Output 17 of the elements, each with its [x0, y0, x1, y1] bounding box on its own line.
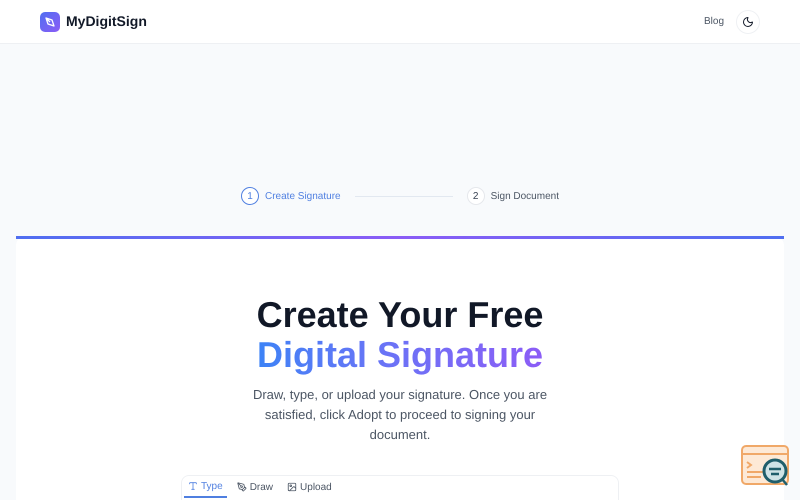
- moon-icon: [742, 16, 754, 28]
- signature-tab[interactable]: Upload: [283, 476, 336, 498]
- step-label: Create Signature: [265, 190, 341, 204]
- step-number: 2: [466, 187, 485, 205]
- step-label: Sign Document: [490, 190, 559, 204]
- image-icon: [287, 482, 298, 492]
- theme-toggle-button[interactable]: [736, 10, 760, 34]
- nav-link[interactable]: Blog: [704, 14, 724, 29]
- pen-icon: [236, 482, 247, 492]
- step-number: 1: [241, 187, 259, 205]
- brand-name: MyDigitSign: [66, 12, 147, 31]
- hero-description: Draw, type, or upload your signature. Once you are satisfied, click Adopt to proceed to signing your document.: [252, 386, 548, 444]
- signature-tab[interactable]: Draw: [232, 476, 278, 498]
- signature-tab[interactable]: Type: [184, 476, 227, 498]
- pen-nib-logo-icon: [40, 12, 60, 32]
- hero-title: Create Your Free: [256, 295, 544, 335]
- text-icon: [188, 481, 198, 491]
